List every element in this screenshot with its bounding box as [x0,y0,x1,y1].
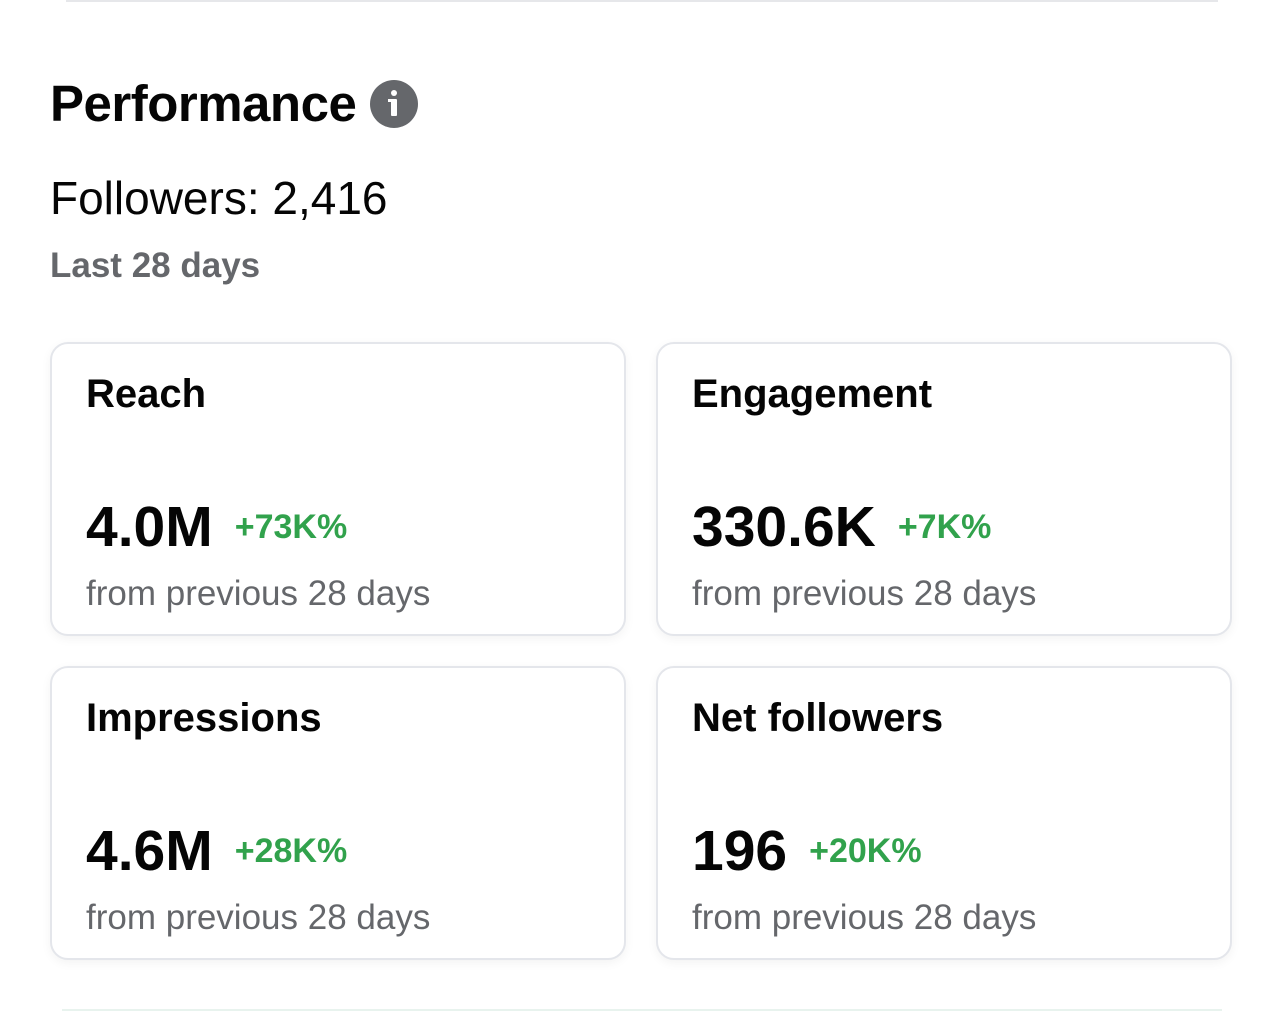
performance-header: Performance [50,74,419,134]
metric-value-row: 4.0M +73K% [86,494,347,560]
metric-change: +20K% [809,832,922,870]
metric-value: 330.6K [692,495,876,559]
metric-value-row: 4.6M +28K% [86,818,347,884]
metric-title: Impressions [86,696,322,740]
info-icon[interactable] [370,80,419,128]
metric-card-engagement[interactable]: Engagement 330.6K +7K% from previous 28 … [656,342,1232,636]
metric-comparison-label: from previous 28 days [692,898,1037,937]
metric-value: 196 [692,819,788,883]
top-divider [66,0,1218,2]
metric-title: Engagement [692,372,933,416]
metric-value-row: 330.6K +7K% [692,494,991,560]
metric-card-net-followers[interactable]: Net followers 196 +20K% from previous 28… [656,666,1232,960]
metric-card-impressions[interactable]: Impressions 4.6M +28K% from previous 28 … [50,666,626,960]
metric-comparison-label: from previous 28 days [692,574,1037,613]
date-range-label: Last 28 days [50,246,261,285]
followers-count: Followers: 2,416 [50,172,388,224]
metric-comparison-label: from previous 28 days [86,574,431,613]
metric-change: +7K% [897,508,992,546]
bottom-divider [62,1009,1222,1011]
metric-card-reach[interactable]: Reach 4.0M +73K% from previous 28 days [50,342,626,636]
metrics-grid: Reach 4.0M +73K% from previous 28 days E… [50,342,1235,962]
page-title: Performance [50,75,357,132]
metric-value: 4.0M [86,495,213,559]
metric-change: +73K% [234,508,348,546]
metric-title: Reach [86,372,207,416]
metric-change: +28K% [234,832,348,870]
metric-value-row: 196 +20K% [692,818,922,884]
metric-comparison-label: from previous 28 days [86,898,431,937]
metric-title: Net followers [692,696,944,740]
metric-value: 4.6M [86,819,213,883]
